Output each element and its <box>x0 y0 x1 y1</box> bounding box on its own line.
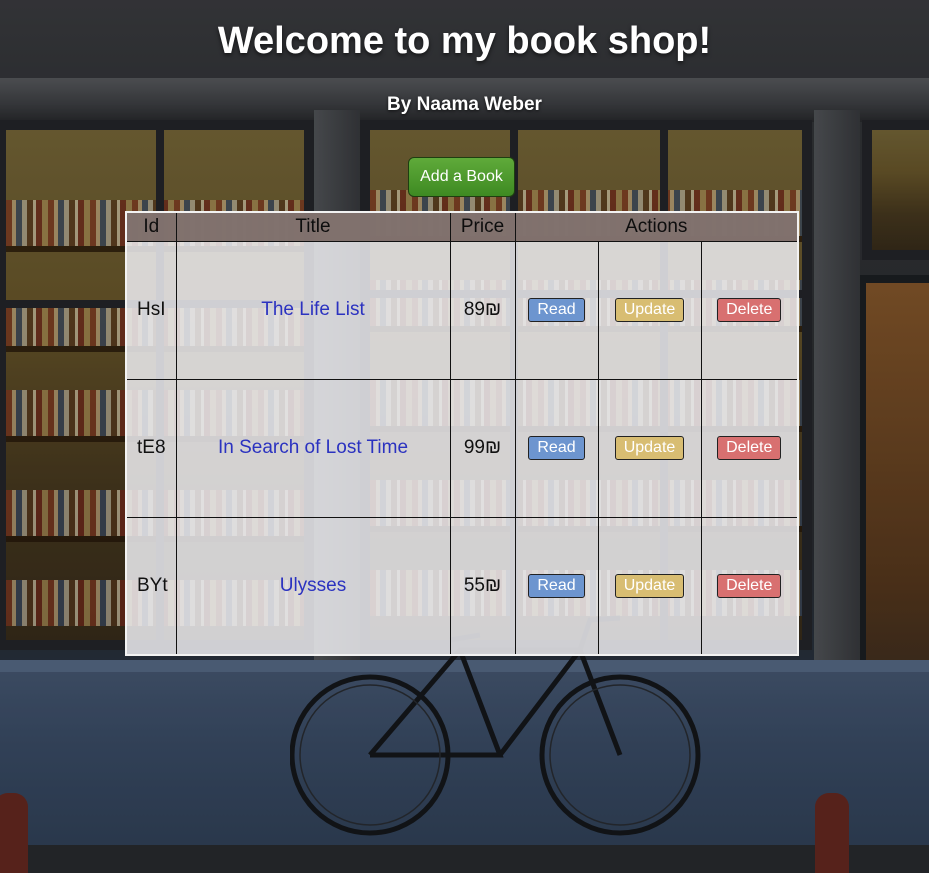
book-id: HsI <box>125 240 177 380</box>
delete-cell: Delete <box>700 516 799 656</box>
column-header-price: Price <box>449 211 516 242</box>
read-cell: Read <box>514 240 599 380</box>
page-subtitle: By Naama Weber <box>387 94 542 115</box>
table-row: HsI The Life List 89₪ Read Update Delete <box>125 240 799 380</box>
delete-cell: Delete <box>700 378 799 518</box>
column-header-actions: Actions <box>514 211 799 242</box>
read-cell: Read <box>514 516 599 656</box>
table-row: tE8 In Search of Lost Time 99₪ Read Upda… <box>125 378 799 518</box>
book-title-cell: The Life List <box>175 240 451 380</box>
delete-button[interactable]: Delete <box>717 298 782 322</box>
delete-cell: Delete <box>700 240 799 380</box>
update-button[interactable]: Update <box>614 573 685 598</box>
read-button[interactable]: Read <box>528 298 585 322</box>
page: Welcome to my book shop! By Naama Weber … <box>0 0 929 873</box>
book-price: 89₪ <box>449 240 516 380</box>
update-cell: Update <box>597 378 702 518</box>
page-title: Welcome to my book shop! <box>217 20 712 62</box>
read-cell: Read <box>514 378 599 518</box>
read-button[interactable]: Read <box>528 573 585 598</box>
book-id: BYt <box>125 516 177 656</box>
update-button[interactable]: Update <box>614 298 685 322</box>
column-header-title: Title <box>175 211 451 242</box>
table-row: BYt Ulysses 55₪ Read Update Delete <box>125 516 799 656</box>
update-cell: Update <box>597 240 702 380</box>
update-cell: Update <box>597 516 702 656</box>
book-price: 55₪ <box>449 516 516 656</box>
book-title-cell: Ulysses <box>175 516 451 656</box>
book-title-link[interactable]: Ulysses <box>280 575 347 596</box>
book-title-link[interactable]: In Search of Lost Time <box>218 437 408 458</box>
book-title-cell: In Search of Lost Time <box>175 378 451 518</box>
delete-button[interactable]: Delete <box>717 436 782 460</box>
update-button[interactable]: Update <box>614 436 685 460</box>
add-book-button[interactable]: Add a Book <box>408 157 515 197</box>
book-price: 99₪ <box>449 378 516 518</box>
column-header-id: Id <box>125 211 177 242</box>
books-table: Id Title Price Actions HsI The Life List… <box>125 211 799 656</box>
book-id: tE8 <box>125 378 177 518</box>
book-title-link[interactable]: The Life List <box>261 299 365 320</box>
table-header-row: Id Title Price Actions <box>125 211 799 242</box>
read-button[interactable]: Read <box>528 436 585 460</box>
delete-button[interactable]: Delete <box>717 573 782 598</box>
